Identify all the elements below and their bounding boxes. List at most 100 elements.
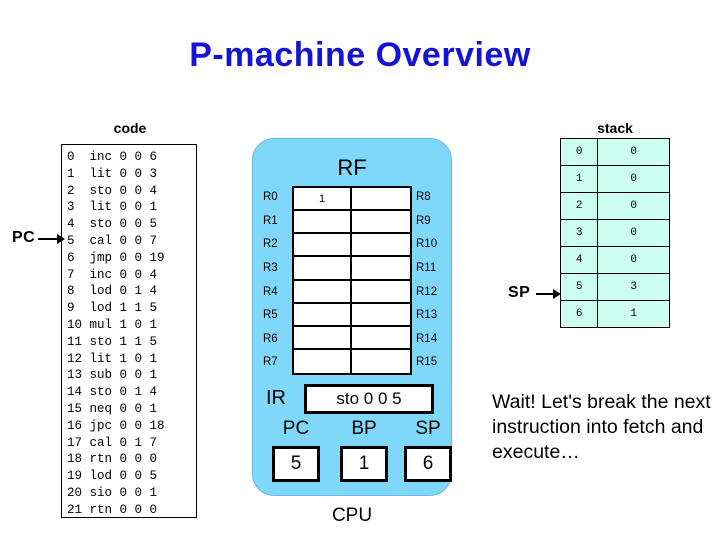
stack-row-value: 0 [597,165,670,193]
stack-row-index: 0 [559,138,599,166]
register-label-r6: R6 [263,332,278,345]
code-line: 3 lit 0 0 1 [67,200,158,215]
code-line: 21 rtn 0 0 0 [67,502,158,517]
stack-panel-label: stack [597,120,633,136]
code-line: 1 lit 0 0 3 [67,166,158,181]
sp-register-value: 6 [404,446,452,482]
stack-row-index: 1 [559,165,599,193]
code-pc-arrow-line [38,238,58,240]
bp-register-value: 1 [340,446,388,482]
code-line: 20 sio 0 0 1 [67,485,158,500]
ir-value: sto 0 0 5 [304,384,434,414]
code-line: 9 lod 1 1 5 [67,301,158,316]
register-cell [294,303,352,327]
register-cell [352,211,410,235]
stack-sp-arrow-line [536,293,554,295]
code-pc-pointer: PC [12,228,65,250]
stack-row: 30 [559,219,670,247]
stack-table-body: 00102030405361 [559,138,670,328]
code-line: 10 mul 1 0 1 [67,317,158,332]
code-line: 12 lit 1 0 1 [67,351,158,366]
register-cell [352,257,410,281]
register-label-r11: R11 [416,261,437,274]
register-cell [294,280,352,304]
pc-register-label: PC [282,418,310,439]
code-line: 17 cal 0 1 7 [67,435,158,450]
ir-label: IR [266,387,286,409]
stack-row-index: 5 [559,273,599,301]
code-line: 0 inc 0 0 6 [67,150,158,164]
stack-row-value: 0 [597,192,670,220]
cpu-caption: CPU [331,505,373,526]
stack-sp-pointer-label: SP [508,284,531,301]
stack-table: 00102030405361 [559,138,670,328]
code-line: 11 sto 1 1 5 [67,334,158,349]
code-line: 6 jmp 0 0 19 [67,250,165,265]
register-cell [352,234,410,258]
register-label-r4: R4 [263,285,278,298]
stack-row: 61 [559,300,670,328]
code-line: 5 cal 0 0 7 [67,233,158,248]
code-line: 13 sub 0 0 1 [67,368,158,383]
stack-row: 40 [559,246,670,274]
register-label-r10: R10 [416,238,438,251]
register-label-r15: R15 [416,356,438,369]
register-cell [294,234,352,258]
register-label-r1: R1 [263,214,278,227]
register-label-r8: R8 [416,191,431,203]
register-label-r5: R5 [263,309,278,322]
stack-sp-arrow-head [553,289,561,299]
register-cell [294,326,352,350]
note-text: Wait! Let's break the next instruction i… [492,391,711,463]
stack-row-index: 6 [559,300,599,328]
stack-row: 53 [559,273,670,301]
code-panel-label: code [113,120,147,136]
code-line: 8 lod 0 1 4 [67,284,158,299]
register-file-title: RF [337,155,367,180]
code-line: 7 inc 0 0 4 [67,267,158,282]
code-line: 18 rtn 0 0 0 [67,452,158,467]
register-label-r13: R13 [416,309,438,322]
stack-row-index: 3 [559,219,599,247]
register-cell [294,211,352,235]
stack-row: 00 [559,138,670,166]
page-title: P-machine Overview [189,36,531,74]
register-label-r14: R14 [416,332,438,345]
register-cell [352,280,410,304]
register-cell [352,326,410,350]
code-line: 14 sto 0 1 4 [67,385,158,400]
stack-row-value: 0 [597,219,670,247]
register-cell [352,188,410,212]
pc-register-value: 5 [272,446,320,482]
stack-sp-pointer: SP [508,283,562,305]
register-cell [294,349,352,373]
stack-row-value: 0 [597,246,670,274]
stack-row-value: 0 [597,138,670,166]
register-label-r3: R3 [263,261,278,274]
register-cell [352,303,410,327]
register-file-grid: 1 [292,186,412,375]
code-line: 15 neq 0 0 1 [67,401,158,416]
code-line: 4 sto 0 0 5 [67,217,158,232]
register-cell [352,349,410,373]
stack-row-index: 2 [559,192,599,220]
stack-row-value: 1 [597,300,670,328]
stack-row: 20 [559,192,670,220]
register-label-r0: R0 [263,191,278,203]
register-label-r2: R2 [263,238,278,251]
code-line: 2 sto 0 0 4 [67,183,158,198]
sp-register-label: SP [415,418,441,439]
code-pc-pointer-label: PC [12,229,36,246]
register-label-r12: R12 [416,285,438,298]
stack-row: 10 [559,165,670,193]
bp-register-label: BP [351,418,377,439]
register-label-r9: R9 [416,214,431,227]
register-label-r7: R7 [263,356,278,369]
code-listing: 0 inc 0 0 6 1 lit 0 0 3 2 sto 0 0 4 3 lit 0… [61,144,197,518]
stack-row-value: 3 [597,273,670,301]
stack-row-index: 4 [559,246,599,274]
code-line: 19 lod 0 0 5 [67,469,158,484]
code-line: 16 jpc 0 0 18 [67,418,165,433]
code-pc-arrow-head [57,234,65,244]
register-cell [294,257,352,281]
